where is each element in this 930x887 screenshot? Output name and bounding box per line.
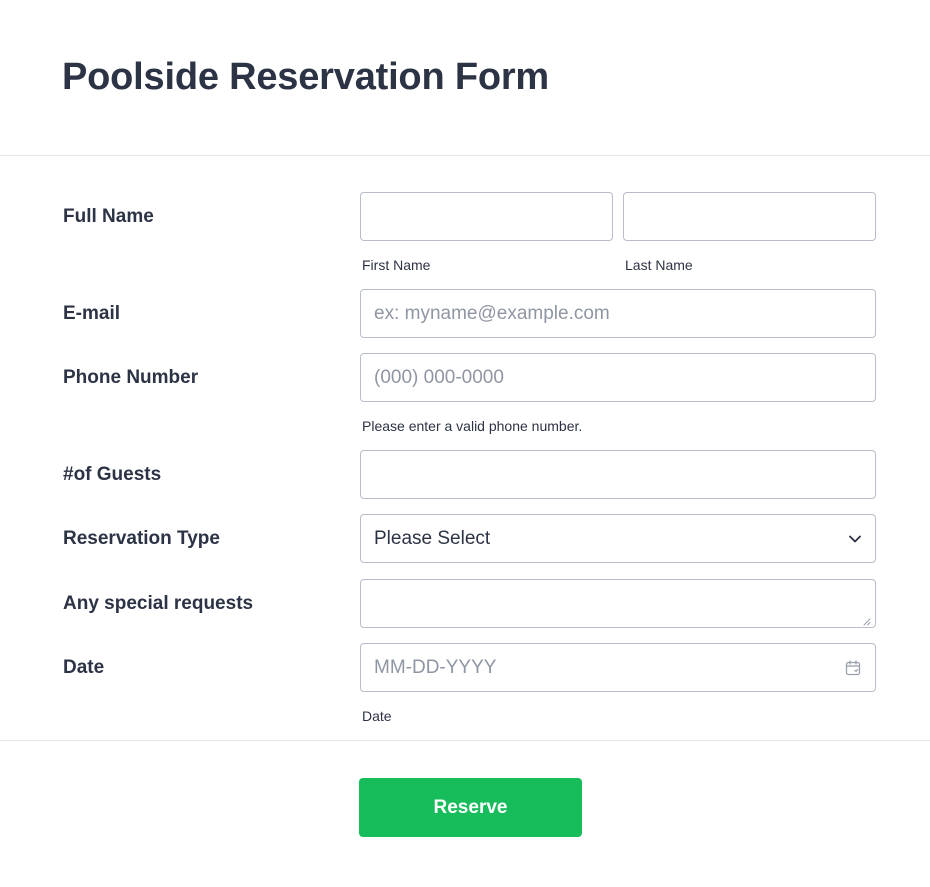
form-title: Poolside Reservation Form bbox=[62, 56, 550, 98]
reservation-type-value: Please Select bbox=[374, 527, 491, 549]
date-input[interactable] bbox=[374, 656, 844, 679]
guests-field[interactable] bbox=[360, 450, 876, 499]
date-sublabel: Date bbox=[362, 708, 392, 724]
footer-divider bbox=[0, 740, 930, 741]
form-header: Poolside Reservation Form bbox=[0, 0, 930, 156]
reservation-type-select[interactable]: Please Select bbox=[360, 514, 876, 563]
email-field[interactable] bbox=[360, 289, 876, 338]
phone-label: Phone Number bbox=[63, 367, 199, 388]
first-name-input[interactable] bbox=[360, 192, 613, 241]
date-label: Date bbox=[63, 657, 105, 678]
reservation-form-page: Poolside Reservation Form Full Name Firs… bbox=[0, 0, 930, 887]
last-name-input[interactable] bbox=[623, 192, 876, 241]
last-name-sublabel: Last Name bbox=[625, 257, 693, 273]
reservation-type-label: Reservation Type bbox=[63, 528, 220, 549]
phone-sublabel: Please enter a valid phone number. bbox=[362, 418, 583, 434]
guests-label: #of Guests bbox=[63, 464, 162, 485]
special-requests-label: Any special requests bbox=[63, 593, 254, 614]
phone-field[interactable] bbox=[360, 353, 876, 402]
chevron-down-icon bbox=[848, 532, 862, 546]
special-requests-textarea[interactable] bbox=[360, 579, 876, 628]
full-name-label: Full Name bbox=[63, 206, 154, 227]
reserve-button[interactable]: Reserve bbox=[359, 778, 582, 837]
first-name-sublabel: First Name bbox=[362, 257, 431, 273]
email-label: E-mail bbox=[63, 303, 121, 324]
calendar-icon[interactable] bbox=[844, 659, 862, 677]
date-field[interactable] bbox=[360, 643, 876, 692]
resize-handle-icon[interactable] bbox=[861, 613, 871, 626]
